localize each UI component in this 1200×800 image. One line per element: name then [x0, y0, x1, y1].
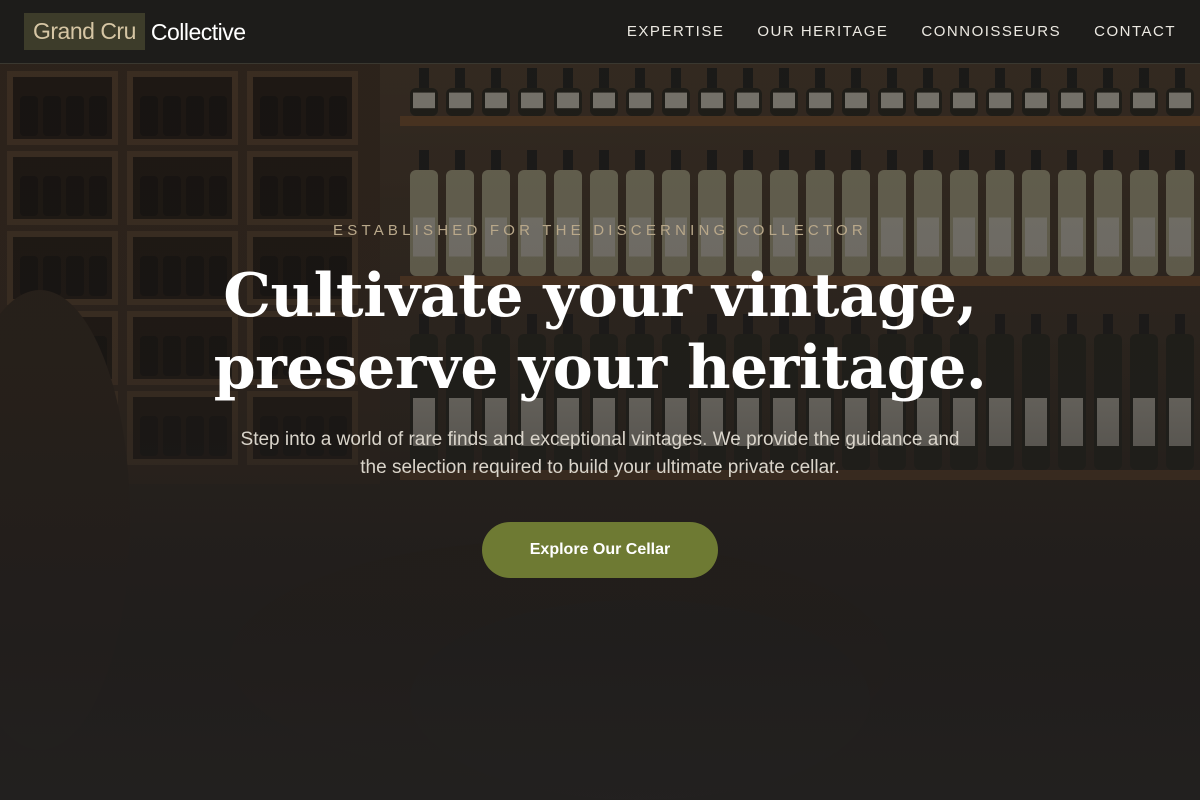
nav-link-contact[interactable]: CONTACT [1094, 23, 1176, 40]
nav-link-our-heritage[interactable]: OUR HERITAGE [757, 23, 888, 40]
hero-headline-line-1: Cultivate your vintage, [223, 261, 977, 331]
hero-headline: Cultivate your vintage, preserve your he… [0, 260, 1200, 404]
hero-description: Step into a world of rare finds and exce… [150, 426, 1050, 482]
explore-cellar-button[interactable]: Explore Our Cellar [482, 522, 718, 578]
site-header: Grand Cru Collective EXPERTISE OUR HERIT… [0, 0, 1200, 64]
logo-text: Collective [150, 18, 246, 45]
main-nav: EXPERTISE OUR HERITAGE CONNOISSEURS CONT… [627, 23, 1176, 40]
nav-link-expertise[interactable]: EXPERTISE [627, 23, 724, 40]
hero-eyebrow: ESTABLISHED FOR THE DISCERNING COLLECTOR [333, 222, 867, 239]
hero-description-line-2: the selection required to build your ult… [360, 457, 840, 478]
logo-mark: Grand Cru [24, 13, 145, 50]
hero-headline-line-2: preserve your heritage. [213, 333, 987, 403]
site-logo[interactable]: Grand Cru Collective [24, 13, 246, 50]
hero-description-line-1: Step into a world of rare finds and exce… [240, 429, 960, 450]
nav-link-connoisseurs[interactable]: CONNOISSEURS [921, 23, 1061, 40]
hero-section: ESTABLISHED FOR THE DISCERNING COLLECTOR… [0, 64, 1200, 800]
